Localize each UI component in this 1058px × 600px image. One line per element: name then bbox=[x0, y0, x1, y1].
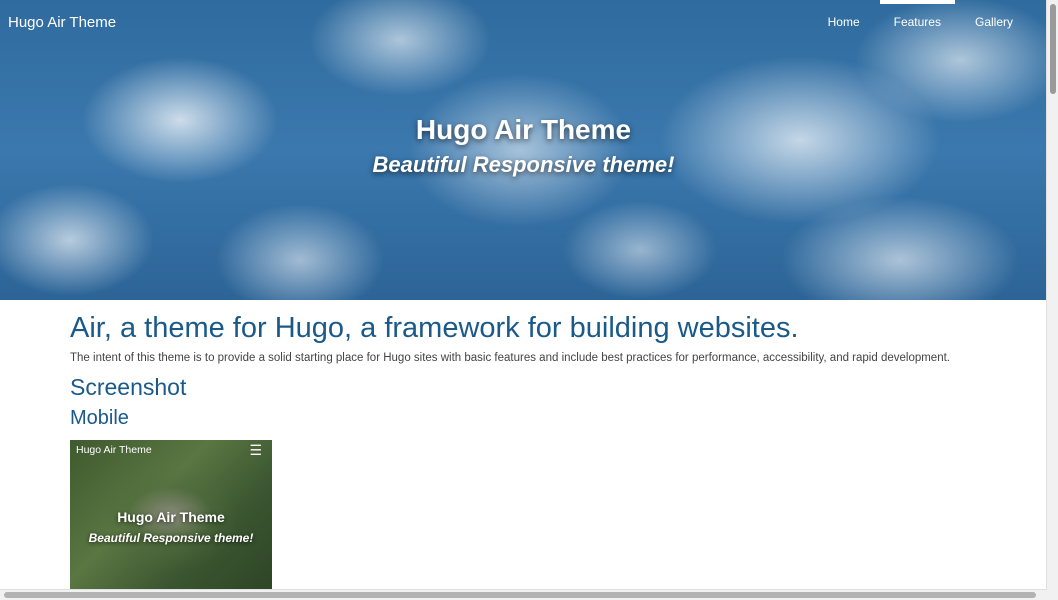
main-nav: Home Features Gallery bbox=[808, 0, 1027, 45]
hero-banner: Hugo Air Theme Home Features Gallery Hug… bbox=[0, 0, 1047, 300]
hero-title: Hugo Air Theme bbox=[415, 114, 632, 145]
main-content: Air, a theme for Hugo, a framework for b… bbox=[70, 310, 1030, 430]
intro-paragraph: The intent of this theme is to provide a… bbox=[70, 352, 950, 364]
section-heading-screenshot: Screenshot bbox=[70, 374, 187, 400]
mobile-screenshot-brand: Hugo Air Theme bbox=[76, 444, 152, 456]
nav-item-gallery[interactable]: Gallery bbox=[961, 0, 1027, 45]
nav-item-home[interactable]: Home bbox=[814, 0, 874, 45]
mobile-screenshot-title: Hugo Air Theme bbox=[117, 509, 225, 525]
hamburger-icon: ☰ bbox=[249, 442, 262, 458]
vertical-scrollbar[interactable] bbox=[1046, 0, 1058, 600]
vertical-scrollbar-thumb[interactable] bbox=[1050, 4, 1056, 94]
hero-subtitle: Beautiful Responsive theme! bbox=[372, 152, 675, 177]
horizontal-scrollbar-thumb[interactable] bbox=[4, 592, 1036, 598]
mobile-screenshot-image: Hugo Air Theme ☰ Hugo Air Theme Beautifu… bbox=[70, 440, 272, 590]
site-brand-link[interactable]: Hugo Air Theme bbox=[8, 14, 116, 31]
subsection-heading-mobile: Mobile bbox=[70, 407, 129, 429]
horizontal-scrollbar[interactable] bbox=[0, 589, 1047, 600]
page-heading: Air, a theme for Hugo, a framework for b… bbox=[70, 312, 799, 344]
nav-item-features[interactable]: Features bbox=[879, 0, 956, 45]
mobile-screenshot-subtitle: Beautiful Responsive theme! bbox=[88, 531, 254, 545]
